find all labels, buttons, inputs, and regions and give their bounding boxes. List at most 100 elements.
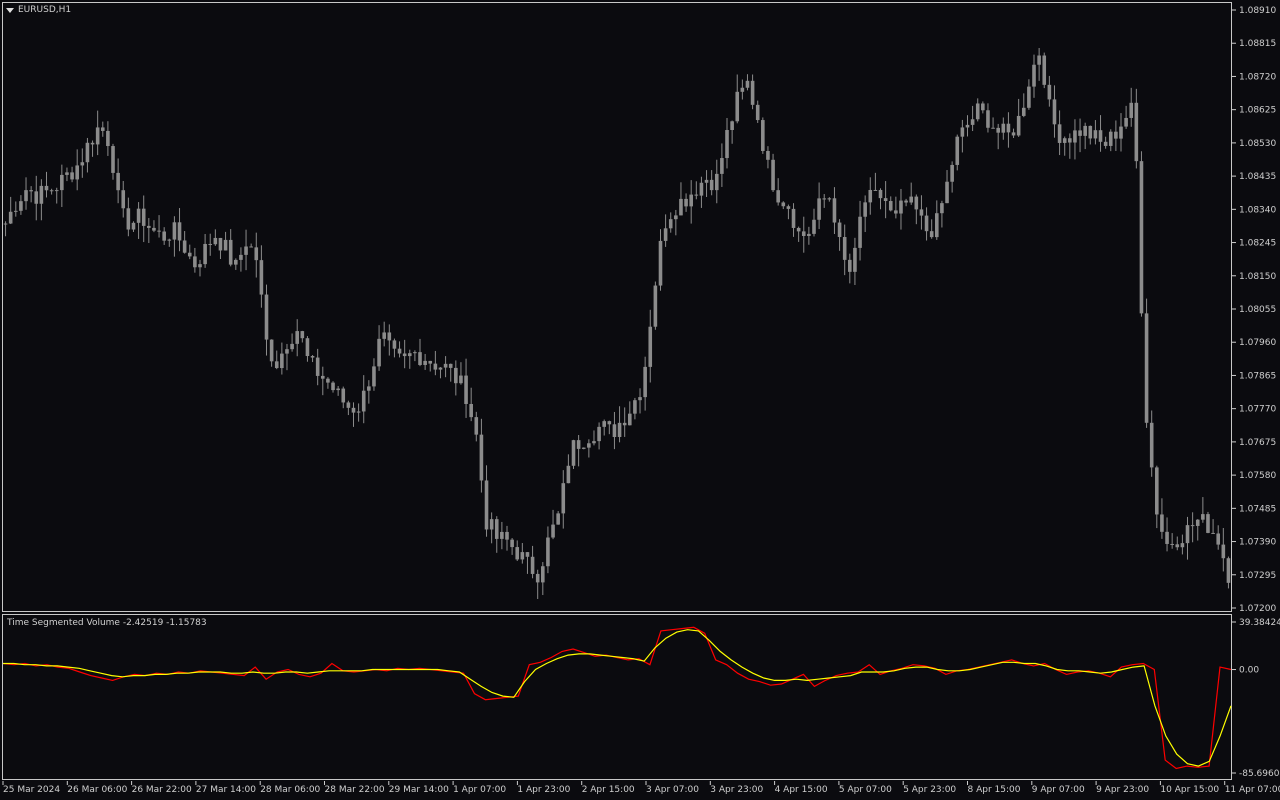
candle-body [627,413,632,426]
candle-body [1027,86,1031,108]
price-axis-label: 1.08625 [1239,106,1276,116]
candle-body [433,363,438,370]
candle-body [535,573,540,583]
candle-body [19,201,23,211]
candle-body [136,208,141,223]
candle-body [1170,543,1174,545]
candle-body [1098,130,1103,142]
candle-body [1216,533,1221,545]
candle-body [387,332,392,341]
price-axis-label: 1.07865 [1239,371,1276,381]
candle-body [796,227,801,232]
candle-body [945,181,949,204]
candle-body [960,127,965,137]
candle-body [1160,514,1164,532]
candle-body [1083,125,1087,136]
time-axis-label: 10 Apr 15:00 [1160,785,1219,795]
candle-body [587,443,591,448]
candle-body [827,198,832,200]
candle-body [981,103,985,111]
candle-body [894,210,898,214]
chart-menu-arrow-icon[interactable] [6,8,14,13]
price-axis-label: 1.08435 [1239,172,1276,182]
candle-body [515,547,520,560]
time-axis-label: 4 Apr 15:00 [775,785,828,795]
candle-body [612,424,617,438]
candle-body [341,388,346,403]
candle-body [1190,525,1195,527]
candle-body [909,196,914,203]
candle-body [837,222,842,238]
candle-body [551,524,555,538]
candle-body [679,198,683,216]
candle-body [254,247,259,261]
candle-body [1057,124,1062,143]
candle-body [367,386,371,391]
price-axis-label: 1.07200 [1239,604,1276,614]
price-axis-label: 1.07675 [1239,438,1276,448]
candle-body [392,340,397,349]
candle-body [244,246,248,255]
time-axis-label: 27 Mar 14:00 [196,785,256,795]
indicator-series-signal [3,629,1232,767]
indicator-axis-label: -85.69604 [1239,769,1280,779]
candle-body [24,190,28,202]
candle-body [776,190,780,203]
indicator-series-tsv [2,626,1232,770]
candle-body [878,189,883,199]
candle-body [1073,130,1077,143]
candle-body [3,223,8,225]
candle-body [970,119,975,125]
candle-body [1078,130,1082,136]
candle-body [1185,525,1190,544]
candle-body [239,254,243,260]
candle-body [44,185,49,191]
price-axis-label: 1.07770 [1239,405,1276,415]
candle-body [1201,514,1205,520]
time-axis-label: 28 Mar 22:00 [325,785,385,795]
candle-body [34,191,39,204]
candle-body [1062,138,1067,143]
candle-body [883,198,888,202]
candle-body [812,219,816,234]
candle-body [643,366,647,398]
candle-body [888,201,893,211]
candle-body [597,426,601,442]
time-axis-label: 2 Apr 15:00 [582,785,635,795]
candle-body [1195,519,1200,526]
candle-body [668,219,673,229]
candle-body [556,513,560,525]
candle-body [873,189,878,191]
candle-body [996,127,1000,133]
price-axis-label: 1.07295 [1239,571,1276,581]
candle-body [372,366,376,387]
chart-canvas[interactable]: 1.08910 1.08815 1.08720 1.08625 1.08530 1.084… [0,0,1280,800]
candle-body [443,363,448,368]
candle-body [709,179,714,191]
candle-body [576,440,581,449]
candle-body [382,332,386,339]
candle-body [208,243,213,245]
candle-body [781,202,786,207]
candle-body [474,417,479,435]
candle-body [479,434,484,481]
candle-body [986,110,990,128]
candle-body [581,447,586,449]
candle-body [203,243,207,265]
candle-body [438,367,443,370]
candle-body [566,465,571,484]
candle-body [699,182,704,196]
candle-body [484,480,489,530]
candle-body [617,422,622,438]
candle-body [934,213,939,238]
price-axis-label: 1.07485 [1239,504,1276,514]
candle-body [807,233,811,237]
candle-body [1047,84,1052,100]
candle-body [602,421,607,427]
candle-body [193,256,197,268]
candle-body [899,200,903,214]
candle-body [541,566,545,583]
candle-body [269,339,274,362]
candle-body [520,552,525,560]
candle-body [1114,131,1118,139]
